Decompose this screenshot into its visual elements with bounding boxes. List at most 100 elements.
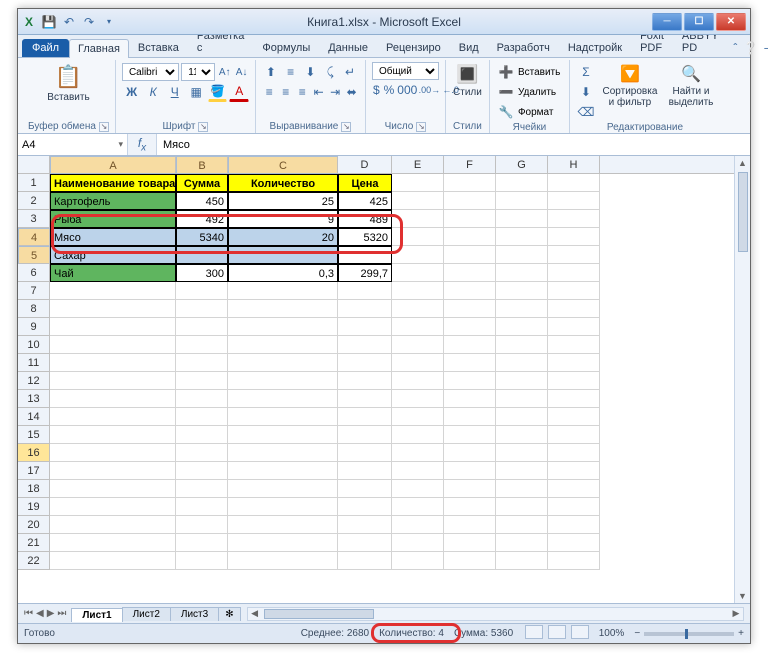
cell-E12[interactable] bbox=[392, 372, 444, 390]
row-header-9[interactable]: 9 bbox=[18, 318, 50, 336]
col-header-F[interactable]: F bbox=[444, 156, 496, 173]
formula-bar[interactable]: Мясо bbox=[157, 134, 750, 155]
col-header-B[interactable]: B bbox=[176, 156, 228, 174]
cell-E18[interactable] bbox=[392, 480, 444, 498]
scroll-up-icon[interactable]: ▲ bbox=[736, 156, 750, 170]
cell-G13[interactable] bbox=[496, 390, 548, 408]
row-header-16[interactable]: 16 bbox=[18, 444, 50, 462]
cell-H11[interactable] bbox=[548, 354, 600, 372]
cell-C15[interactable] bbox=[228, 426, 338, 444]
wrap-text-icon[interactable]: ↵ bbox=[341, 62, 359, 82]
cell-H4[interactable] bbox=[548, 228, 600, 246]
cell-D3[interactable]: 489 bbox=[338, 210, 392, 228]
cell-F16[interactable] bbox=[444, 444, 496, 462]
font-color-icon[interactable]: A bbox=[229, 82, 249, 102]
cell-F11[interactable] bbox=[444, 354, 496, 372]
row-header-12[interactable]: 12 bbox=[18, 372, 50, 390]
cell-G2[interactable] bbox=[496, 192, 548, 210]
cell-F13[interactable] bbox=[444, 390, 496, 408]
comma-icon[interactable]: 000 bbox=[397, 80, 417, 100]
row-header-21[interactable]: 21 bbox=[18, 534, 50, 552]
cell-C19[interactable] bbox=[228, 498, 338, 516]
cell-C10[interactable] bbox=[228, 336, 338, 354]
cell-H16[interactable] bbox=[548, 444, 600, 462]
cell-D11[interactable] bbox=[338, 354, 392, 372]
fx-icon[interactable]: fx bbox=[132, 135, 152, 155]
cell-A2[interactable]: Картофель bbox=[50, 192, 176, 210]
row-header-4[interactable]: 4 bbox=[18, 228, 50, 246]
row-header-14[interactable]: 14 bbox=[18, 408, 50, 426]
view-normal-icon[interactable] bbox=[525, 625, 543, 639]
cell-G11[interactable] bbox=[496, 354, 548, 372]
tab-review[interactable]: Рецензиро bbox=[377, 38, 450, 57]
cell-A1[interactable]: Наименование товара bbox=[50, 174, 176, 192]
cell-H18[interactable] bbox=[548, 480, 600, 498]
cell-C4[interactable]: 20 bbox=[228, 228, 338, 246]
cell-F9[interactable] bbox=[444, 318, 496, 336]
cell-B10[interactable] bbox=[176, 336, 228, 354]
cell-F22[interactable] bbox=[444, 552, 496, 570]
row-header-5[interactable]: 5 bbox=[18, 246, 50, 264]
cell-C8[interactable] bbox=[228, 300, 338, 318]
cell-D20[interactable] bbox=[338, 516, 392, 534]
col-header-C[interactable]: C bbox=[228, 156, 338, 174]
horizontal-scrollbar[interactable]: ◀ ▶ bbox=[247, 607, 744, 621]
cell-B15[interactable] bbox=[176, 426, 228, 444]
increase-font-icon[interactable]: A↑ bbox=[217, 62, 232, 82]
cell-G10[interactable] bbox=[496, 336, 548, 354]
cell-C11[interactable] bbox=[228, 354, 338, 372]
cell-H17[interactable] bbox=[548, 462, 600, 480]
decrease-indent-icon[interactable]: ⇤ bbox=[311, 82, 326, 102]
cell-H19[interactable] bbox=[548, 498, 600, 516]
cell-E4[interactable] bbox=[392, 228, 444, 246]
row-header-17[interactable]: 17 bbox=[18, 462, 50, 480]
sheet-tab-1[interactable]: Лист1 bbox=[71, 608, 122, 622]
tab-data[interactable]: Данные bbox=[319, 38, 377, 57]
cell-H22[interactable] bbox=[548, 552, 600, 570]
cell-D5[interactable] bbox=[338, 246, 392, 264]
tab-developer[interactable]: Разработч bbox=[488, 38, 559, 57]
cell-D15[interactable] bbox=[338, 426, 392, 444]
row-header-19[interactable]: 19 bbox=[18, 498, 50, 516]
fill-icon[interactable]: ⬇ bbox=[576, 82, 596, 102]
cell-B9[interactable] bbox=[176, 318, 228, 336]
cell-G6[interactable] bbox=[496, 264, 548, 282]
row-header-2[interactable]: 2 bbox=[18, 192, 50, 210]
cell-D13[interactable] bbox=[338, 390, 392, 408]
cell-C21[interactable] bbox=[228, 534, 338, 552]
select-all-corner[interactable] bbox=[18, 156, 50, 173]
cell-E17[interactable] bbox=[392, 462, 444, 480]
undo-icon[interactable]: ↶ bbox=[62, 15, 76, 29]
cell-C20[interactable] bbox=[228, 516, 338, 534]
cell-H7[interactable] bbox=[548, 282, 600, 300]
zoom-slider[interactable]: − + bbox=[634, 628, 744, 639]
cell-H12[interactable] bbox=[548, 372, 600, 390]
cell-D1[interactable]: Цена bbox=[338, 174, 392, 192]
cell-E10[interactable] bbox=[392, 336, 444, 354]
orientation-icon[interactable]: ⤹ bbox=[321, 62, 339, 82]
number-format-select[interactable]: Общий bbox=[372, 62, 439, 80]
cell-B21[interactable] bbox=[176, 534, 228, 552]
cell-A10[interactable] bbox=[50, 336, 176, 354]
cell-G14[interactable] bbox=[496, 408, 548, 426]
cell-F20[interactable] bbox=[444, 516, 496, 534]
cell-C16[interactable] bbox=[228, 444, 338, 462]
cell-F17[interactable] bbox=[444, 462, 496, 480]
cell-A5[interactable]: Сахар bbox=[50, 246, 176, 264]
sort-filter-button[interactable]: 🔽 Сортировка и фильтр bbox=[600, 62, 660, 110]
cell-G16[interactable] bbox=[496, 444, 548, 462]
zoom-out-icon[interactable]: − bbox=[634, 628, 640, 639]
font-name-select[interactable]: Calibri bbox=[122, 63, 179, 81]
cell-E19[interactable] bbox=[392, 498, 444, 516]
paste-button[interactable]: 📋 Вставить bbox=[28, 62, 109, 105]
cell-A12[interactable] bbox=[50, 372, 176, 390]
row-header-22[interactable]: 22 bbox=[18, 552, 50, 570]
cell-B16[interactable] bbox=[176, 444, 228, 462]
hscroll-thumb[interactable] bbox=[264, 609, 374, 619]
cell-D4[interactable]: 5320 bbox=[338, 228, 392, 246]
format-cells-icon[interactable]: 🔧 bbox=[496, 102, 516, 122]
format-cells-label[interactable]: Формат bbox=[518, 107, 554, 118]
cell-F18[interactable] bbox=[444, 480, 496, 498]
scroll-down-icon[interactable]: ▼ bbox=[736, 589, 750, 603]
cell-A14[interactable] bbox=[50, 408, 176, 426]
